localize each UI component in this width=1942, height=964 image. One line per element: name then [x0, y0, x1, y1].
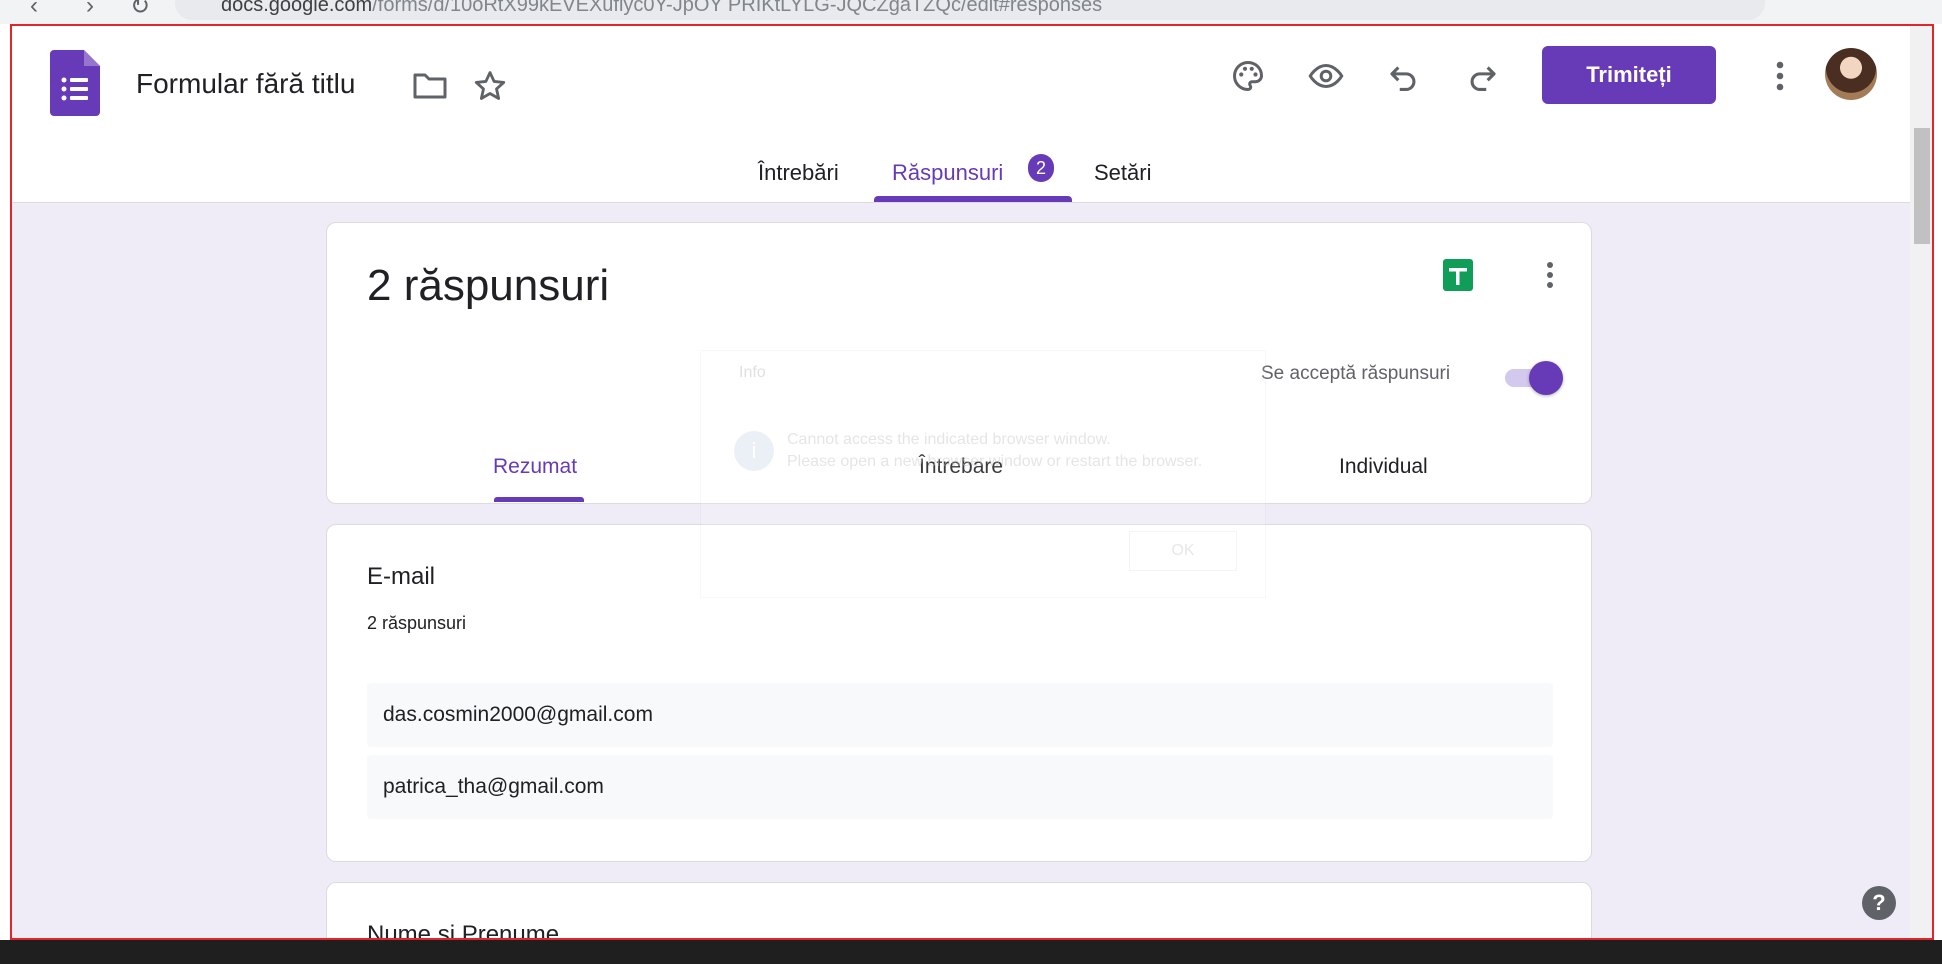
forms-logo-icon[interactable] — [50, 50, 100, 116]
back-icon[interactable]: ‹ — [30, 0, 38, 20]
forms-app: Formular fără titlu Trimiteți Întrebări … — [10, 24, 1934, 940]
responses-count-badge: 2 — [1028, 154, 1054, 182]
dialog-message-line2: Please open a new browser window or rest… — [787, 453, 1203, 470]
accepting-responses-label: Se acceptă răspunsuri — [1261, 363, 1451, 384]
answer-text: das.cosmin2000@gmail.com — [383, 703, 653, 726]
help-icon[interactable]: ? — [1862, 886, 1896, 920]
dialog-title: Info — [739, 364, 766, 381]
star-icon[interactable] — [466, 62, 514, 110]
taskbar — [0, 940, 1942, 964]
send-button[interactable]: Trimiteți — [1542, 46, 1716, 104]
browser-toolbar: ‹ › ↻ docs.google.com/forms/d/10oRtX99kE… — [0, 0, 1942, 24]
url-text: docs.google.com/forms/d/10oRtX99kEVEXufi… — [221, 0, 1102, 17]
palette-icon[interactable] — [1224, 52, 1272, 100]
responses-count-title: 2 răspunsuri — [367, 261, 610, 310]
subtab-summary[interactable]: Rezumat — [493, 455, 577, 479]
answer-text: patrica_tha@gmail.com — [383, 775, 604, 798]
info-dialog-ghost: Info i Cannot access the indicated brows… — [700, 350, 1266, 598]
scrollbar-thumb[interactable] — [1914, 128, 1930, 244]
undo-icon[interactable] — [1380, 52, 1428, 100]
active-subtab-indicator — [494, 497, 584, 502]
question-title: E-mail — [367, 563, 436, 590]
dialog-ok-button[interactable]: OK — [1129, 531, 1237, 571]
sheets-icon[interactable] — [1443, 259, 1473, 291]
folder-icon[interactable] — [406, 62, 454, 110]
more-vert-icon[interactable] — [1756, 52, 1804, 100]
address-bar[interactable]: docs.google.com/forms/d/10oRtX99kEVEXufi… — [175, 0, 1765, 20]
question-card-name: Nume și Prenume — [326, 882, 1592, 940]
answer-row: das.cosmin2000@gmail.com — [367, 683, 1553, 747]
url-path: /forms/d/10oRtX99kEVEXufiyc0Y-JpOY PRIKt… — [372, 0, 1103, 16]
tab-questions[interactable]: Întrebări — [758, 160, 839, 186]
form-title[interactable]: Formular fără titlu — [136, 68, 355, 100]
reload-icon[interactable]: ↻ — [130, 0, 150, 21]
more-vert-icon[interactable] — [1530, 255, 1570, 295]
subtab-individual[interactable]: Individual — [1339, 455, 1428, 479]
redo-icon[interactable] — [1458, 52, 1506, 100]
url-host: docs.google.com — [221, 0, 373, 16]
accepting-responses-toggle[interactable] — [1501, 361, 1563, 395]
active-tab-indicator — [874, 196, 1072, 202]
forward-icon[interactable]: › — [86, 0, 94, 20]
info-icon: i — [734, 431, 774, 471]
app-header: Formular fără titlu Trimiteți Întrebări … — [10, 24, 1910, 203]
question-title: Nume și Prenume — [367, 921, 560, 940]
avatar[interactable] — [1825, 48, 1877, 100]
question-response-count: 2 răspunsuri — [367, 613, 467, 633]
tab-settings[interactable]: Setări — [1094, 160, 1151, 186]
tab-responses[interactable]: Răspunsuri — [892, 160, 1003, 186]
eye-icon[interactable] — [1302, 52, 1350, 100]
answer-row: patrica_tha@gmail.com — [367, 755, 1553, 819]
dialog-message-line1: Cannot access the indicated browser wind… — [787, 431, 1111, 448]
toggle-knob — [1529, 361, 1563, 395]
